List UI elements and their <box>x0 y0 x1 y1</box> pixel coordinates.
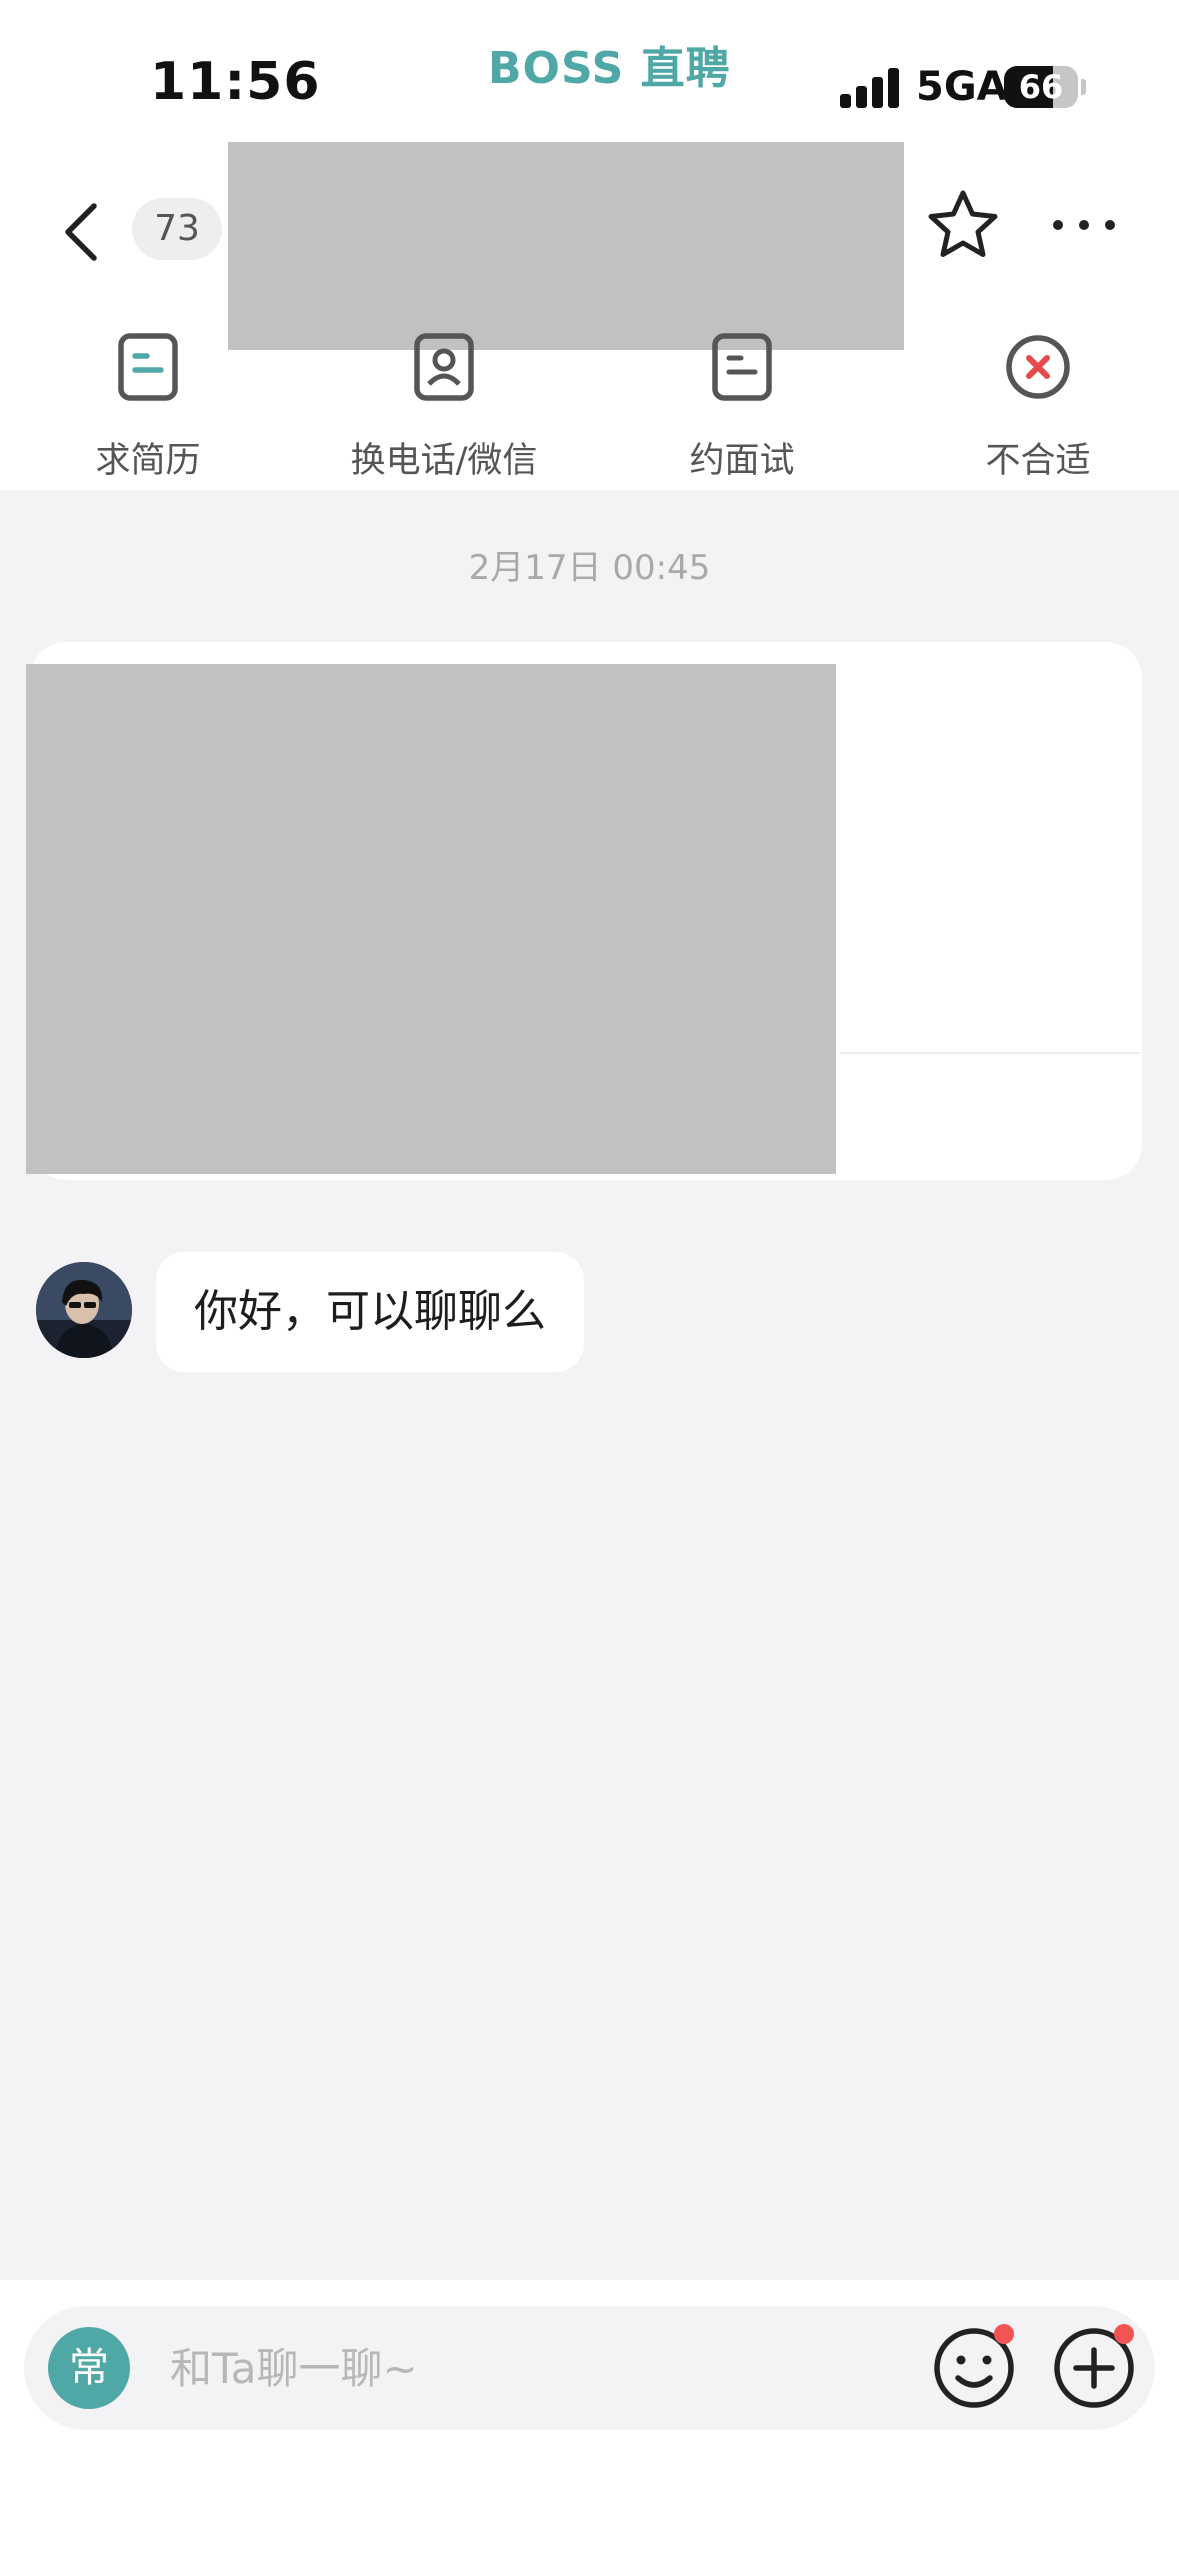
action-not-suitable[interactable]: 不合适 <box>918 322 1158 482</box>
message-row: 你好，可以聊聊么 <box>36 1252 1136 1382</box>
action-schedule-interview[interactable]: 约面试 <box>622 322 862 482</box>
battery-icon: 66 <box>1004 66 1078 108</box>
reject-icon <box>1006 335 1070 399</box>
status-time: 11:56 <box>150 52 321 112</box>
favorite-button[interactable] <box>925 185 1001 265</box>
avatar[interactable] <box>36 1262 132 1358</box>
notification-dot <box>1114 2324 1134 2344</box>
quick-action-row: 求简历 换电话/微信 约面试 不合适 <box>0 322 1179 482</box>
battery-percent: 66 <box>1018 68 1064 106</box>
resume-icon <box>118 333 178 401</box>
emoji-button[interactable] <box>928 2322 1020 2414</box>
card-divider <box>840 1052 1140 1054</box>
chat-screen: 11:56 BOSS 直聘 5GA 66 73 求简历 换电话/微信 约面试 不… <box>0 0 1179 2556</box>
notification-dot <box>994 2324 1014 2344</box>
star-icon <box>928 190 998 257</box>
signal-icon <box>840 66 900 108</box>
network-type: 5GA <box>916 64 1008 110</box>
user-avatar-image <box>36 1262 132 1358</box>
message-bubble[interactable]: 你好，可以聊聊么 <box>156 1252 584 1372</box>
battery-cap <box>1081 79 1086 95</box>
action-exchange-contact[interactable]: 换电话/微信 <box>324 322 564 482</box>
contact-name-redacted <box>228 142 904 350</box>
action-request-resume[interactable]: 求简历 <box>28 322 268 482</box>
status-bar: 11:56 BOSS 直聘 5GA 66 <box>0 0 1179 140</box>
common-phrases-button[interactable]: 常 <box>48 2327 130 2409</box>
back-button[interactable] <box>56 192 116 272</box>
more-dots-icon <box>1053 220 1115 230</box>
input-container: 常 <box>24 2306 1155 2430</box>
input-bar: 常 <box>0 2280 1179 2556</box>
job-card-redacted <box>26 664 836 1174</box>
interview-icon <box>712 333 772 401</box>
contact-exchange-icon <box>414 333 474 401</box>
message-list[interactable]: 2月17日 00:45 你好，可以聊聊么 <box>0 490 1179 2280</box>
action-label: 换电话/微信 <box>350 441 538 481</box>
chevron-left-icon <box>65 203 97 261</box>
app-brand-label: BOSS 直聘 <box>488 43 731 94</box>
action-label: 约面试 <box>689 441 795 481</box>
unread-count-badge[interactable]: 73 <box>132 198 222 260</box>
action-label: 不合适 <box>985 441 1091 481</box>
message-timestamp: 2月17日 00:45 <box>468 548 711 588</box>
more-button[interactable] <box>1048 200 1120 250</box>
chat-header: 73 求简历 换电话/微信 约面试 不合适 <box>0 140 1179 490</box>
message-input[interactable] <box>170 2336 910 2400</box>
action-label: 求简历 <box>95 441 201 481</box>
more-functions-button[interactable] <box>1048 2322 1140 2414</box>
